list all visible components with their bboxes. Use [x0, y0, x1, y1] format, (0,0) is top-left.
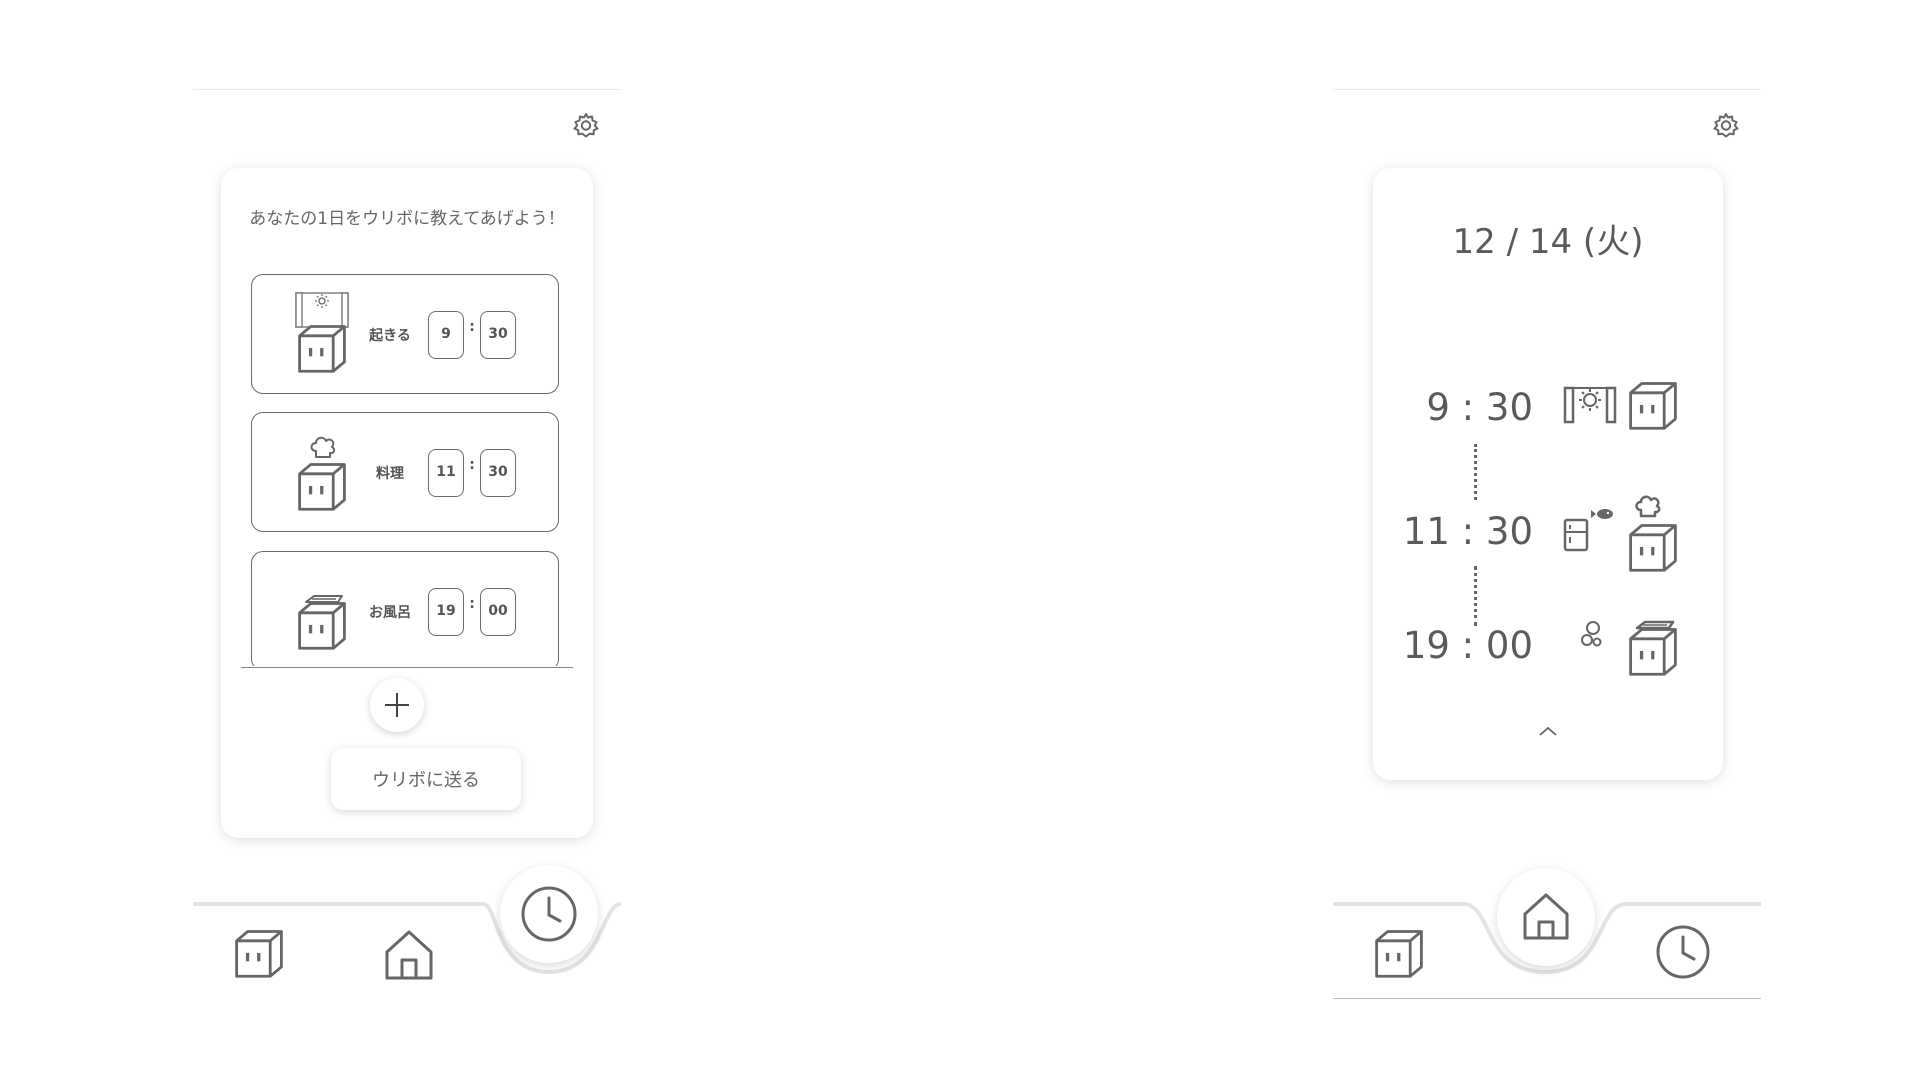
home-icon	[1523, 893, 1569, 940]
bath-icon	[298, 595, 346, 650]
robot-tab-icon[interactable]	[1367, 920, 1431, 984]
bottom-divider	[1333, 998, 1761, 999]
clock-icon	[521, 886, 577, 942]
schedule-item-wake[interactable]: 起きる 9 : 30	[251, 274, 559, 394]
timeline-time: 9 : 30	[1426, 386, 1533, 429]
timeline-connector	[1474, 566, 1477, 626]
timeline-connector	[1474, 444, 1477, 500]
robot-tab-icon[interactable]	[227, 920, 291, 984]
top-divider	[193, 89, 621, 90]
schedule-item-cook[interactable]: 料理 11 : 30	[251, 412, 559, 532]
item-label: お風呂	[369, 605, 411, 621]
planner-screen: あなたの1日をウリボに教えてあげよう！ 起きる 9 : 30 料理 11: 3…	[193, 0, 621, 1080]
prompt-text: あなたの1日をウリボに教えてあげよう！	[249, 209, 565, 229]
time-colon: :	[469, 319, 475, 335]
fridge-fish-icon	[1563, 495, 1677, 572]
today-card: 12 / 14 (火) 9 : 30 11 : 30 19 : 00	[1373, 168, 1723, 780]
minute-field[interactable]: 30	[480, 311, 516, 359]
schedule-item-bath[interactable]: お風呂 19 : 00	[251, 551, 559, 666]
home-tab-active[interactable]	[1497, 868, 1595, 966]
list-divider	[241, 667, 573, 668]
minute-field[interactable]: 00	[480, 588, 516, 636]
top-divider	[1333, 89, 1761, 90]
settings-gear-icon[interactable]	[571, 111, 601, 141]
date-title: 12 / 14 (火)	[1452, 222, 1644, 262]
wake-up-icon	[295, 292, 349, 373]
schedule-list[interactable]: 起きる 9 : 30 料理 11 : 30 お風呂 19: 00	[241, 274, 573, 666]
hour-field[interactable]: 9	[428, 311, 464, 359]
hour-field[interactable]: 19	[428, 588, 464, 636]
sunrise-window-icon	[1563, 382, 1677, 430]
home-tab-icon[interactable]	[377, 922, 441, 986]
timeline-time: 19 : 00	[1402, 624, 1533, 667]
send-to-uribo-button[interactable]: ウリボに送る	[331, 748, 521, 810]
time-colon: :	[469, 457, 475, 473]
item-label: 料理	[376, 466, 404, 482]
clock-tab-active[interactable]	[500, 865, 598, 963]
time-colon: :	[469, 596, 475, 612]
bottom-nav	[1333, 860, 1761, 1000]
timeline-time: 11 : 30	[1402, 510, 1533, 553]
add-item-button[interactable]	[370, 678, 424, 732]
clock-tab-icon[interactable]	[1651, 920, 1715, 984]
bottom-nav	[193, 860, 621, 1000]
schedule-card: あなたの1日をウリボに教えてあげよう！ 起きる 9 : 30 料理 11: 3…	[221, 168, 593, 838]
item-label: 起きる	[369, 328, 411, 344]
settings-gear-icon[interactable]	[1711, 111, 1741, 141]
plus-icon	[385, 693, 409, 717]
cooking-icon	[298, 436, 346, 511]
schedule-area: 起きる 9 : 30 料理 11 : 30 お風呂 19: 00 ウリボに送る	[241, 274, 573, 832]
chevron-up-icon[interactable]	[1534, 723, 1562, 741]
hour-field[interactable]: 11	[428, 449, 464, 497]
today-screen: 12 / 14 (火) 9 : 30 11 : 30 19 : 00	[1333, 0, 1761, 1080]
minute-field[interactable]: 30	[480, 449, 516, 497]
bubbles-icon	[1581, 620, 1677, 676]
